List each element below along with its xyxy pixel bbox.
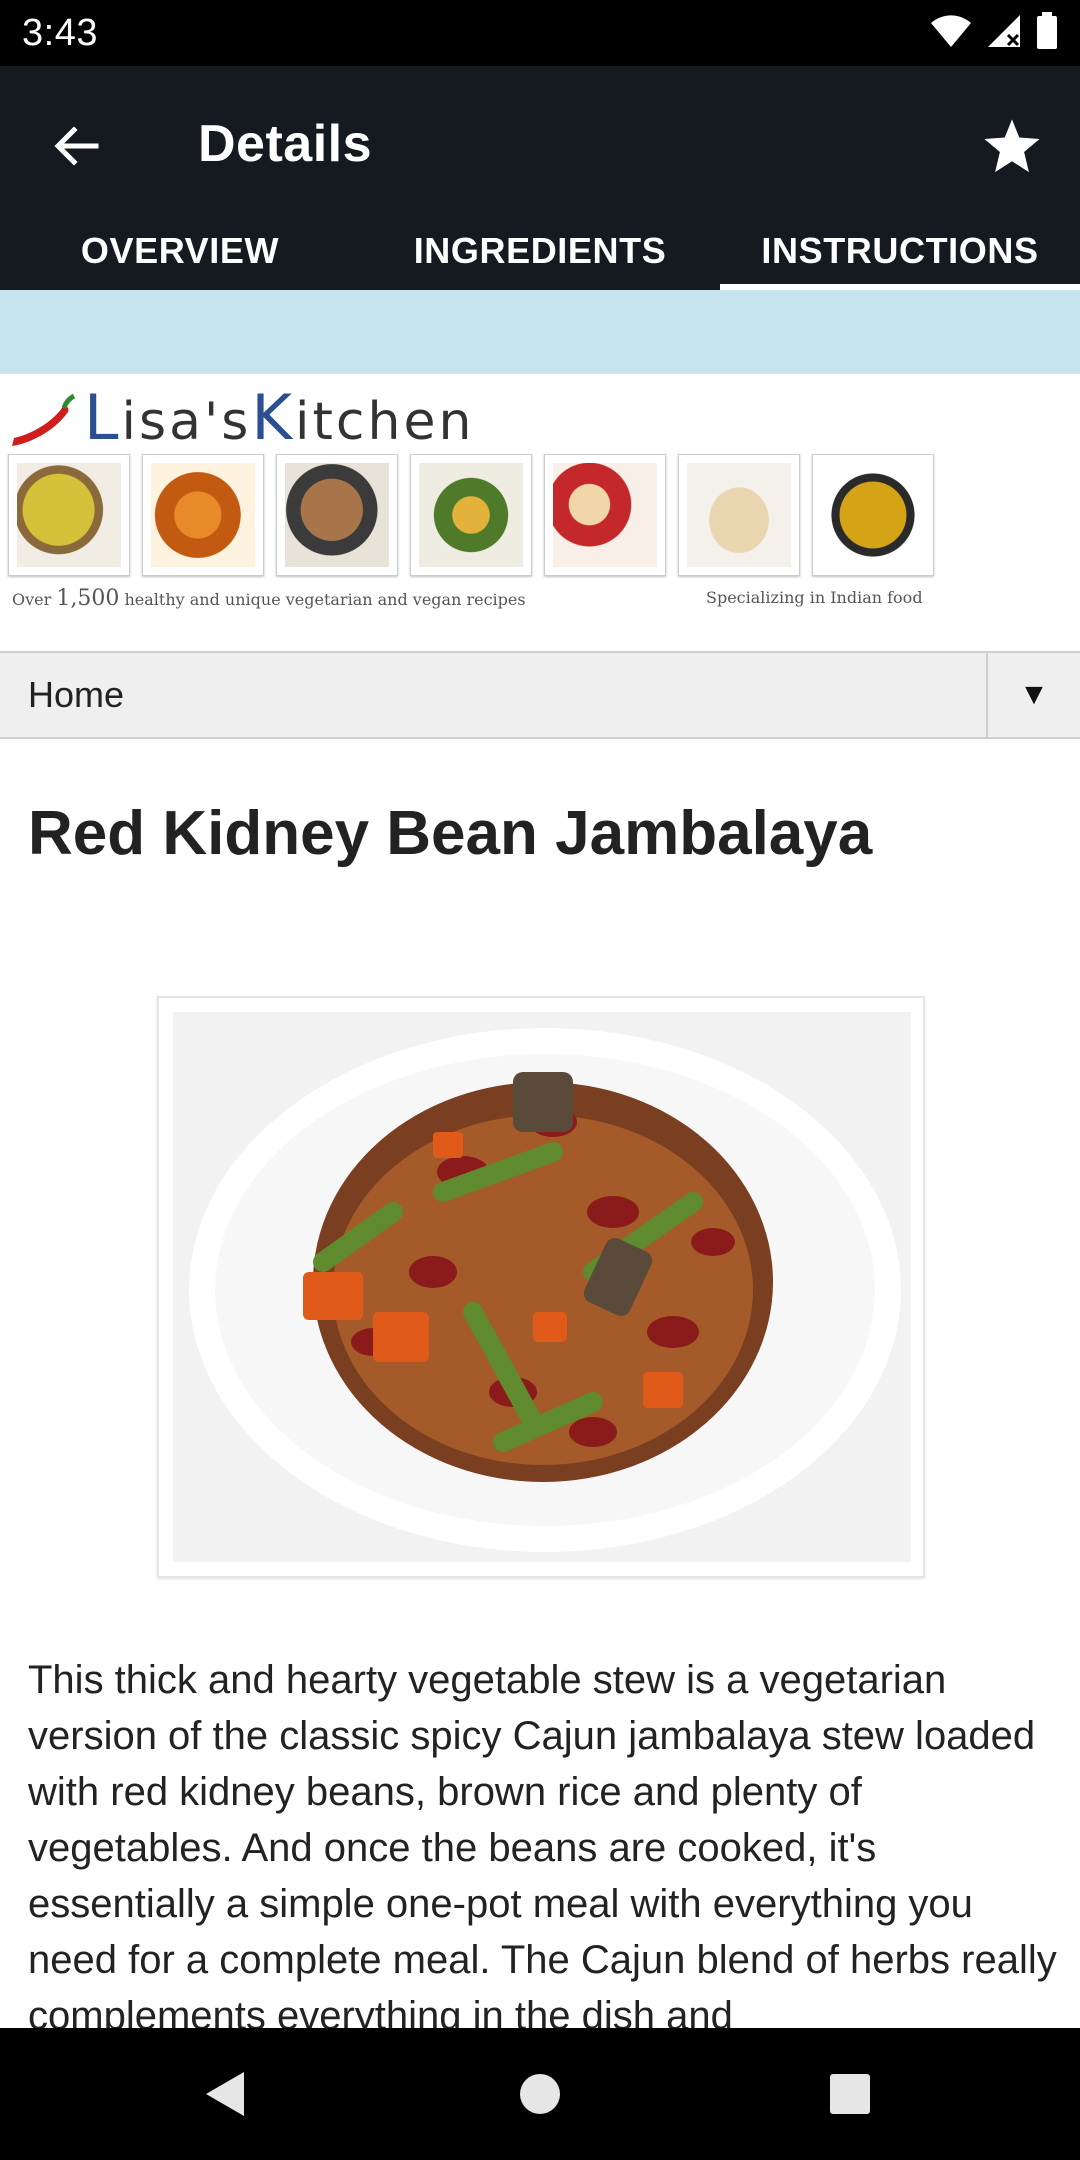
app-bar: Details OVERVIEW INGREDIENTS INSTRUCTION…: [0, 66, 1080, 290]
webview-content[interactable]: Lisa'sKitchen Over 1,500 healthy and uni…: [0, 290, 1080, 2028]
recipe-title: Red Kidney Bean Jambalaya: [28, 799, 873, 868]
nav-back-button[interactable]: [186, 2058, 266, 2130]
banner-thumbnail: [544, 454, 666, 576]
nav-home-button[interactable]: [500, 2058, 580, 2130]
banner-thumbnail: [142, 454, 264, 576]
tab-bar: OVERVIEW INGREDIENTS INSTRUCTIONS: [0, 224, 1080, 290]
tab-instructions[interactable]: INSTRUCTIONS: [720, 224, 1080, 290]
ad-banner[interactable]: [0, 290, 1080, 374]
banner-thumbnails: [8, 454, 934, 576]
banner-thumbnail: [276, 454, 398, 576]
tagline-suffix: healthy and unique vegetarian and vegan …: [124, 590, 526, 609]
banner-thumbnail: [410, 454, 532, 576]
site-logo[interactable]: Lisa'sKitchen: [8, 381, 475, 454]
recipe-photo: [173, 1012, 911, 1562]
tagline-left: Over 1,500 healthy and unique vegetarian…: [12, 586, 526, 611]
site-logo-text: Lisa'sKitchen: [84, 381, 475, 454]
tagline-prefix: Over: [12, 590, 52, 609]
tab-overview[interactable]: OVERVIEW: [0, 224, 360, 290]
signal-icon: [986, 13, 1022, 54]
site-header-banner[interactable]: Lisa'sKitchen Over 1,500 healthy and uni…: [0, 374, 1080, 651]
star-icon: [984, 119, 1040, 173]
banner-thumbnail: [678, 454, 800, 576]
page-title: Details: [198, 115, 373, 173]
favorite-button[interactable]: [974, 108, 1050, 184]
status-time: 3:43: [22, 11, 98, 54]
system-nav-bar: [0, 2028, 1080, 2160]
recipe-photo-frame: [157, 996, 925, 1578]
chili-pepper-icon: [12, 393, 76, 446]
nav-dropdown-value: Home: [28, 674, 125, 715]
recents-square-icon: [830, 2074, 870, 2114]
wifi-icon: [930, 14, 972, 53]
arrow-back-icon: [54, 126, 99, 166]
dropdown-arrow-icon[interactable]: ▼: [986, 653, 1080, 737]
home-circle-icon: [520, 2074, 560, 2114]
banner-thumbnail: [812, 454, 934, 576]
tagline-count: 1,500: [56, 586, 120, 611]
site-nav-dropdown[interactable]: Home ▼: [0, 651, 1080, 739]
back-button[interactable]: [40, 110, 112, 182]
tab-ingredients[interactable]: INGREDIENTS: [360, 224, 720, 290]
banner-thumbnail: [8, 454, 130, 576]
nav-recents-button[interactable]: [810, 2058, 890, 2130]
status-bar: 3:43: [0, 0, 1080, 66]
battery-icon: [1036, 11, 1058, 55]
recipe-description: This thick and hearty vegetable stew is …: [28, 1658, 1057, 2028]
back-triangle-icon: [206, 2072, 244, 2116]
tagline-right: Specializing in Indian food: [706, 588, 923, 607]
status-icons: [930, 11, 1058, 55]
